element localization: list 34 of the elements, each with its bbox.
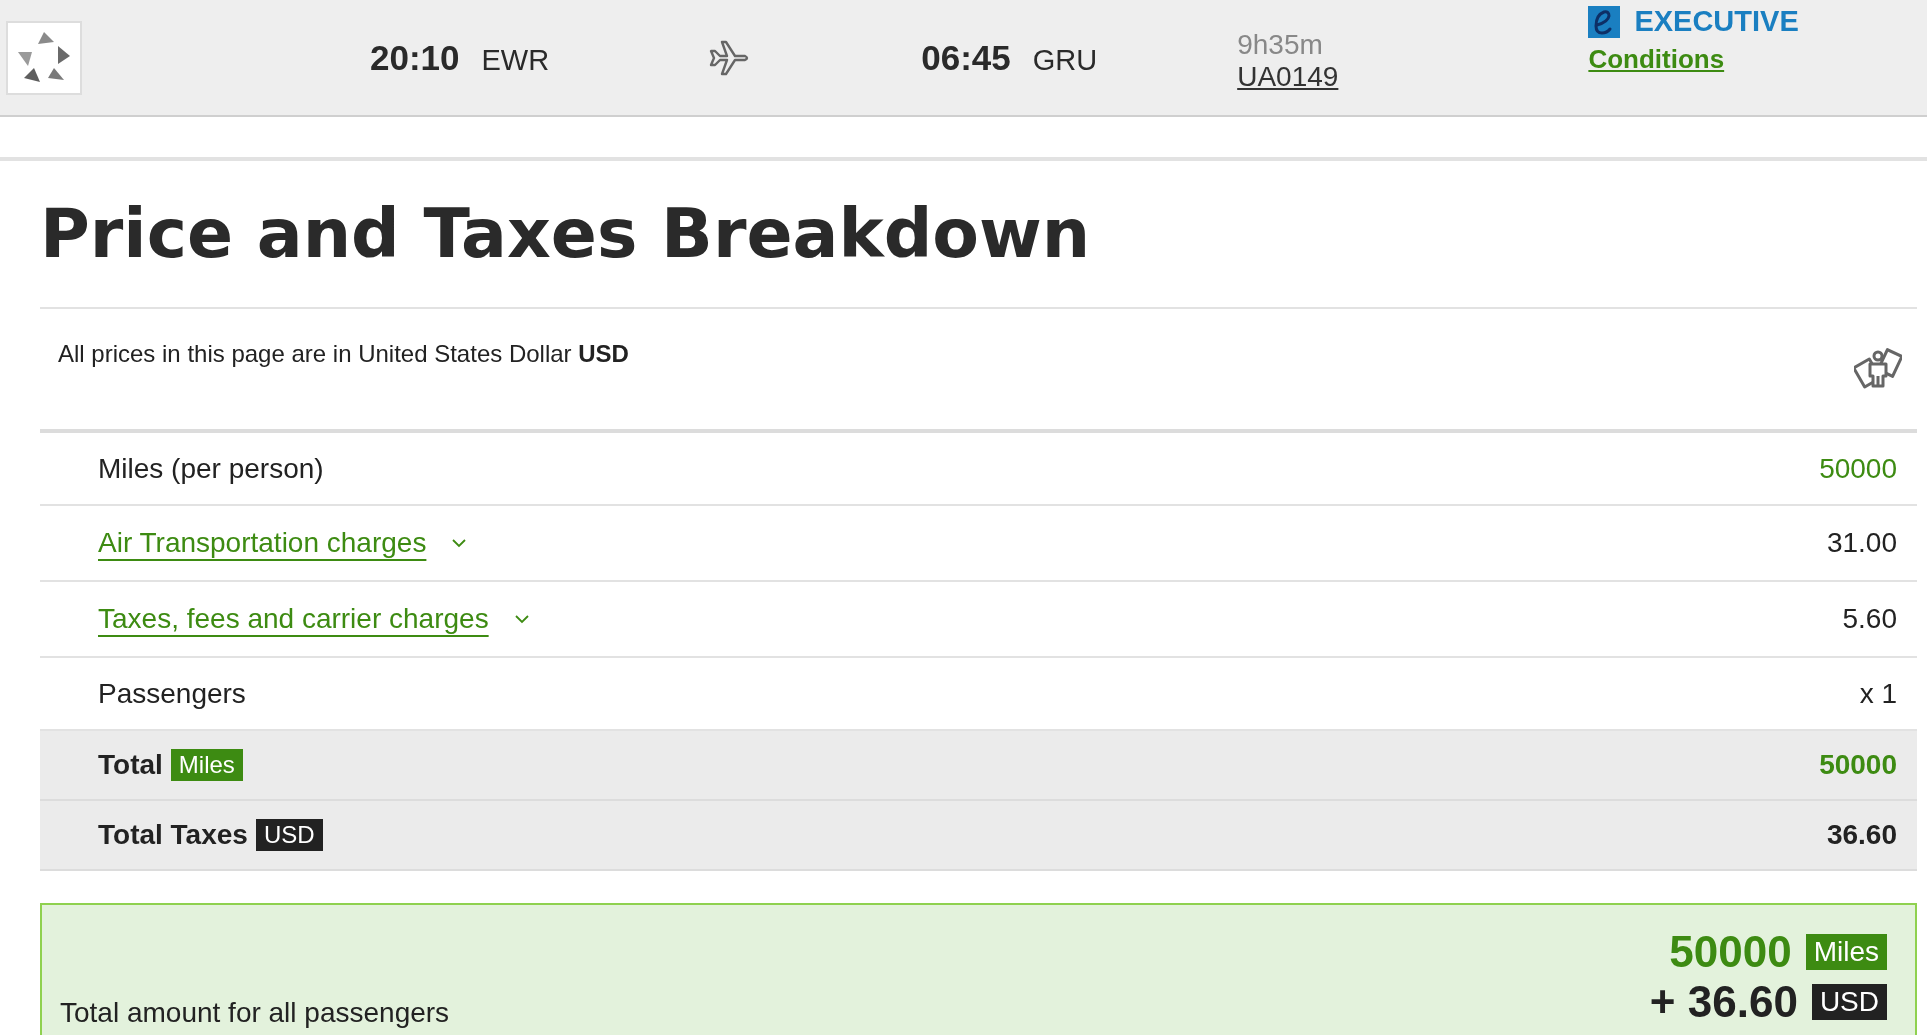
total-label: Total Taxes: [98, 819, 248, 851]
departure-time: 20:10: [370, 37, 460, 78]
flight-number-link[interactable]: UA0149: [1237, 60, 1339, 93]
conditions-link[interactable]: Conditions: [1588, 44, 1799, 75]
grand-total-taxes: + 36.60: [1649, 977, 1798, 1027]
passenger-tickets-icon: [1854, 348, 1902, 390]
chevron-icon[interactable]: [452, 538, 467, 548]
arrival-time: 06:45: [921, 37, 1011, 78]
cabin-class: EXECUTIVE: [1634, 5, 1799, 38]
page-title: Price and Taxes Breakdown: [40, 161, 1917, 309]
arrival-airport: GRU: [1032, 43, 1098, 77]
flight-duration: 9h35m: [1237, 28, 1324, 61]
currency-note: All prices in this page are in United States Dollar USD: [58, 340, 629, 368]
star-logo-icon: [6, 20, 82, 95]
total-value: 50000: [1819, 749, 1897, 781]
row-value: x 1: [1859, 677, 1897, 710]
total-value: 36.60: [1826, 819, 1897, 851]
total-label: Total: [98, 749, 163, 781]
chevron-icon[interactable]: [514, 614, 529, 624]
cabin-logo-icon: [1588, 5, 1621, 38]
charges-expand-link[interactable]: Taxes, fees and carrier charges: [98, 603, 489, 635]
row-value: 31.00: [1826, 527, 1897, 559]
departure-airport: EWR: [481, 43, 550, 77]
unit-badge: Miles: [170, 749, 243, 781]
charges-expand-link[interactable]: Air Transportation charges: [98, 527, 427, 559]
row-label: Miles (per person): [98, 452, 324, 485]
unit-badge: USD: [1811, 984, 1887, 1020]
grand-total-miles: 50000: [1669, 927, 1792, 977]
unit-badge: Miles: [1805, 934, 1887, 970]
row-label: Passengers: [98, 677, 246, 710]
row-value: 50000: [1819, 452, 1897, 485]
row-value: 5.60: [1842, 603, 1897, 635]
grand-total-label: Total amount for all passengers: [60, 997, 450, 1029]
unit-badge: USD: [255, 819, 323, 851]
